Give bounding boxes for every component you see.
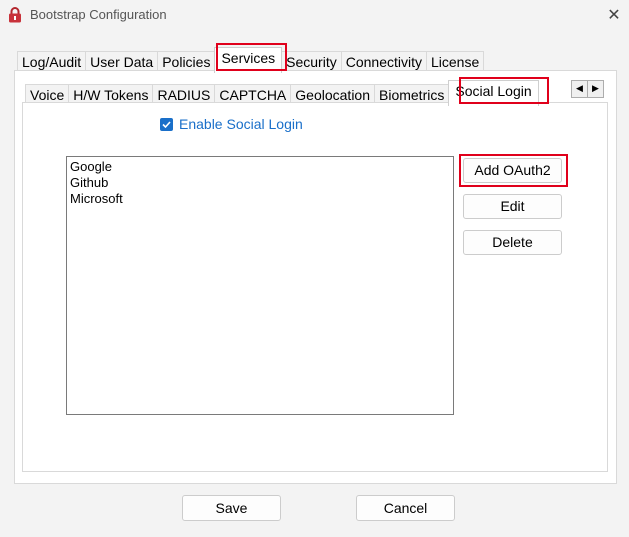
checkmark-icon bbox=[162, 121, 171, 129]
close-icon[interactable]: ✕ bbox=[604, 5, 624, 25]
tab-scroll-arrows: ◀ ▶ bbox=[571, 80, 604, 98]
enable-social-login-checkbox[interactable] bbox=[160, 118, 173, 131]
tab-services[interactable]: Services bbox=[214, 47, 283, 73]
edit-button[interactable]: Edit bbox=[463, 194, 562, 219]
list-item[interactable]: Google bbox=[70, 159, 112, 175]
cancel-button[interactable]: Cancel bbox=[356, 495, 455, 521]
scroll-left-icon[interactable]: ◀ bbox=[571, 80, 588, 98]
tab-social-login[interactable]: Social Login bbox=[448, 80, 539, 106]
enable-social-login-label[interactable]: Enable Social Login bbox=[179, 116, 303, 132]
scroll-right-icon[interactable]: ▶ bbox=[587, 80, 604, 98]
provider-listbox[interactable]: Google Github Microsoft bbox=[66, 156, 454, 415]
save-button[interactable]: Save bbox=[182, 495, 281, 521]
title-bar: Bootstrap Configuration ✕ bbox=[0, 0, 629, 30]
window-title: Bootstrap Configuration bbox=[30, 7, 167, 22]
list-item[interactable]: Github bbox=[70, 175, 108, 191]
add-oauth2-button[interactable]: Add OAuth2 bbox=[463, 158, 562, 183]
lock-icon bbox=[9, 7, 21, 23]
delete-button[interactable]: Delete bbox=[463, 230, 562, 255]
list-item[interactable]: Microsoft bbox=[70, 191, 123, 207]
